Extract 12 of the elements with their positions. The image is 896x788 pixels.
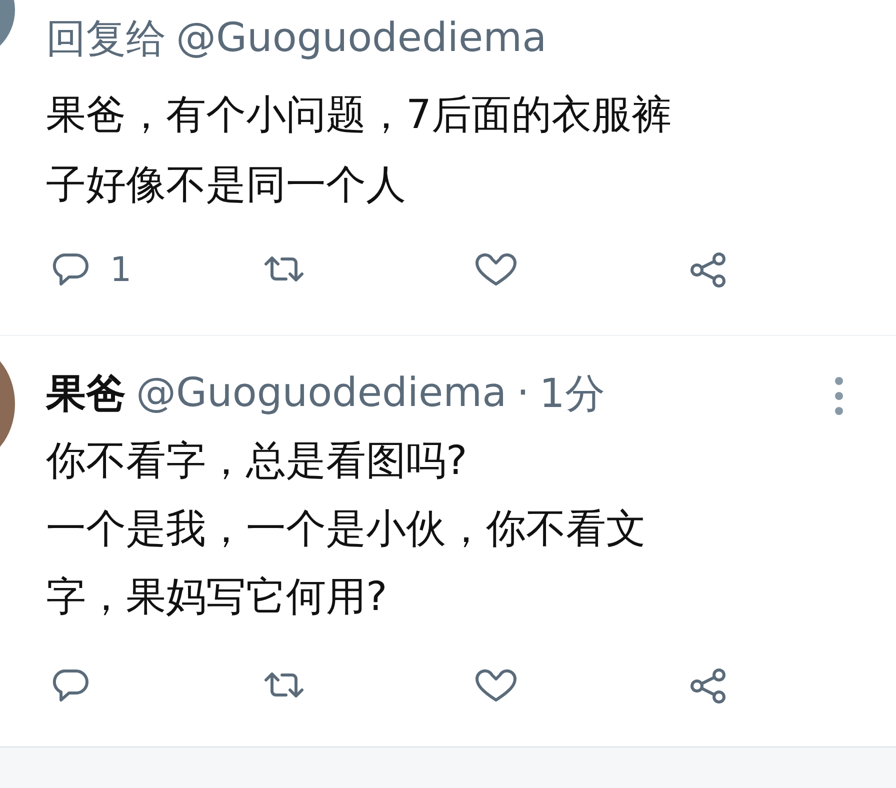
author-name[interactable]: 果爸	[46, 366, 126, 420]
more-options-icon[interactable]	[834, 376, 844, 416]
reply-handle-link[interactable]: @Guoguodediema	[176, 15, 547, 61]
separator: ·	[516, 370, 530, 416]
timestamp: 1分	[539, 370, 605, 418]
author-handle[interactable]: @Guoguodediema	[136, 370, 507, 416]
reply-label: 回复给	[46, 14, 166, 64]
heart-icon[interactable]	[474, 668, 518, 704]
heart-icon[interactable]	[474, 252, 518, 288]
tweet-text: 你不看字，总是看图吗? 一个是我，一个是小伙，你不看文字，果妈写它何用?	[46, 437, 647, 622]
reply-count: 1	[110, 250, 132, 290]
tweet-text: 果爸，有个小问题，7后面的衣服裤子好像不是同一个人	[46, 91, 672, 210]
